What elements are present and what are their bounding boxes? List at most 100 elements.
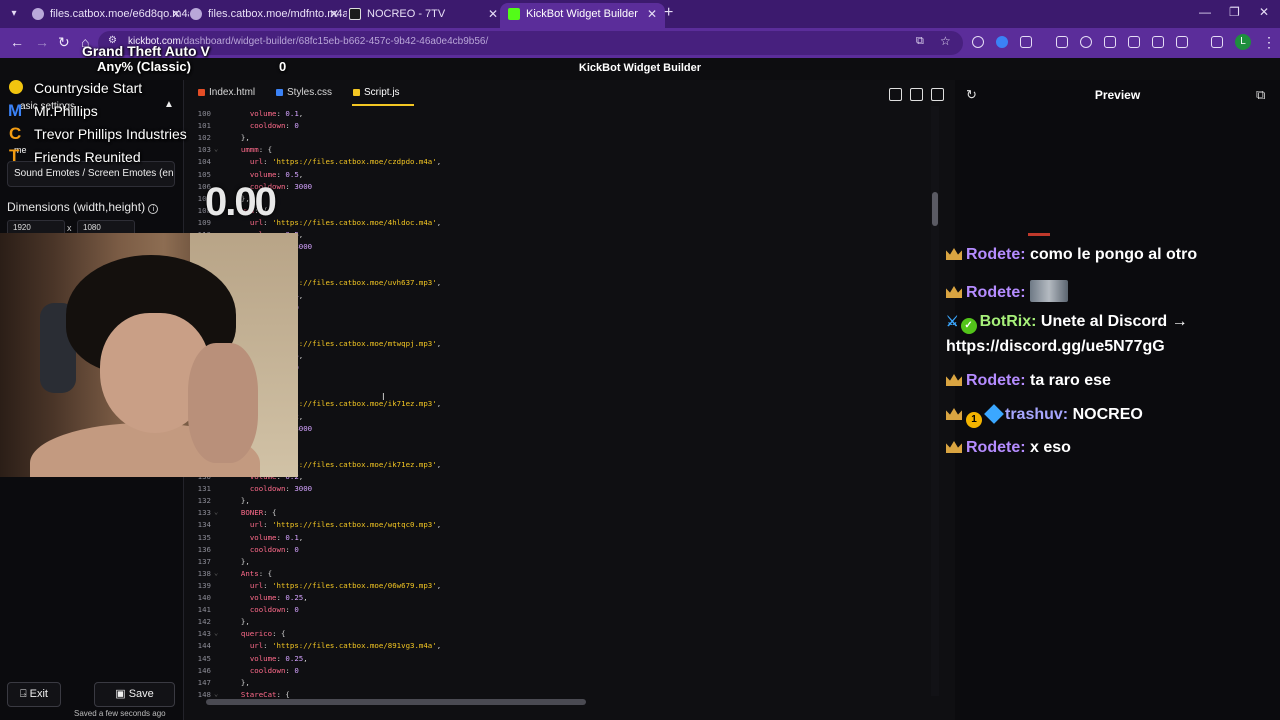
code-line[interactable]: querico: { bbox=[232, 629, 286, 638]
chat-username: Rodete: bbox=[966, 372, 1030, 389]
single-pane-icon[interactable] bbox=[889, 88, 902, 101]
code-line[interactable]: cooldown: 0 bbox=[232, 605, 299, 614]
line-number: 148 bbox=[197, 689, 211, 699]
save-button[interactable]: ▣ Save bbox=[94, 682, 175, 707]
vertical-scrollbar[interactable] bbox=[931, 106, 939, 696]
tab-styles-css[interactable]: Styles.css bbox=[276, 87, 332, 98]
scroll-thumb[interactable] bbox=[932, 192, 938, 226]
fold-chevron-icon[interactable]: ⌄ bbox=[214, 569, 218, 577]
horizontal-scrollbar[interactable] bbox=[206, 699, 586, 705]
code-line[interactable]: volume: 0.25, bbox=[232, 593, 308, 602]
tab-search-icon[interactable]: ▾ bbox=[6, 6, 22, 22]
browser-tab-3[interactable]: NOCREO - 7TV ✕ bbox=[341, 3, 506, 28]
browser-menu-icon[interactable]: ⋮ bbox=[1262, 34, 1276, 51]
history-icon[interactable] bbox=[1080, 36, 1092, 48]
kickbot-icon bbox=[508, 8, 520, 20]
back-icon[interactable]: ← bbox=[10, 34, 24, 50]
info-icon[interactable]: i bbox=[148, 204, 159, 214]
editor-tabs: Index.html Styles.css Script.js bbox=[184, 80, 956, 106]
extension-icon[interactable] bbox=[972, 36, 984, 48]
line-number: 140 bbox=[197, 593, 211, 602]
chat-message: Rodete: como le pongo al otro bbox=[946, 246, 1197, 264]
webcam-hand bbox=[188, 343, 258, 463]
reading-list-icon[interactable] bbox=[1211, 36, 1223, 48]
collapse-caret-icon[interactable]: ▲ bbox=[164, 99, 174, 110]
preview-title: Preview bbox=[1094, 88, 1141, 102]
code-line[interactable]: }, bbox=[232, 496, 250, 505]
code-line[interactable]: }, bbox=[232, 133, 250, 142]
extension-icon[interactable] bbox=[1128, 36, 1140, 48]
line-number: 144 bbox=[197, 641, 211, 651]
code-line[interactable]: cooldown: 3000 bbox=[232, 484, 312, 493]
extension-icon[interactable] bbox=[1176, 36, 1188, 48]
close-tab-icon[interactable]: ✕ bbox=[329, 3, 339, 25]
code-line[interactable]: url: 'https://files.catbox.moe/wqtqc0.mp… bbox=[232, 520, 441, 529]
code-line[interactable]: }, bbox=[232, 557, 250, 566]
profile-avatar[interactable]: L bbox=[1235, 34, 1251, 50]
crown-badge-icon bbox=[946, 248, 962, 260]
extension-icon[interactable] bbox=[1020, 36, 1032, 48]
minimize-icon[interactable]: — bbox=[1199, 5, 1211, 19]
code-line[interactable]: url: 'https://files.catbox.moe/czdpdo.m4… bbox=[232, 157, 441, 166]
code-line[interactable]: cooldown: 0 bbox=[232, 545, 299, 554]
chat-username: BotRix: bbox=[979, 313, 1041, 330]
code-line[interactable]: }, bbox=[232, 617, 250, 626]
tab-index-html[interactable]: Index.html bbox=[198, 87, 255, 98]
code-line[interactable]: Ants: { bbox=[232, 569, 272, 578]
close-tab-icon[interactable]: ✕ bbox=[647, 3, 657, 25]
code-line[interactable]: StareCat: { bbox=[232, 690, 290, 699]
dimensions-label: Dimensions (width,height) i bbox=[7, 200, 159, 214]
text-cursor-icon: I bbox=[382, 392, 385, 403]
attempt-count: 0 bbox=[279, 59, 287, 74]
code-line[interactable]: url: 'https://files.catbox.moe/891vg3.m4… bbox=[232, 641, 441, 650]
code-line[interactable]: ummm: { bbox=[232, 145, 272, 154]
restore-icon[interactable]: ❐ bbox=[1229, 5, 1240, 19]
chat-text: Unete al Discord → bbox=[1040, 313, 1188, 330]
download-icon[interactable] bbox=[1152, 36, 1164, 48]
code-line[interactable]: cooldown: 0 bbox=[232, 666, 299, 675]
browser-tab-4[interactable]: KickBot Widget Builder ✕ bbox=[500, 3, 665, 28]
split-2-name: Mr.Phillips bbox=[34, 103, 98, 119]
close-tab-icon[interactable]: ✕ bbox=[171, 3, 181, 25]
address-bar[interactable]: ⚙ kickbot.com/dashboard/widget-builder/6… bbox=[98, 31, 963, 55]
code-line[interactable]: cooldown: 0 bbox=[232, 121, 299, 130]
preview-marker bbox=[1028, 233, 1050, 236]
code-editor: Index.html Styles.css Script.js 100 volu… bbox=[183, 80, 955, 720]
reload-icon[interactable]: ↻ bbox=[58, 34, 70, 51]
cube-badge-icon bbox=[984, 404, 1004, 424]
code-line[interactable]: }, bbox=[232, 678, 250, 687]
forward-icon[interactable]: → bbox=[35, 34, 49, 50]
line-number: 135 bbox=[197, 532, 211, 542]
split-3-icon: C bbox=[9, 124, 22, 143]
extension-icon[interactable] bbox=[1104, 36, 1116, 48]
split-vertical-icon[interactable] bbox=[910, 88, 923, 101]
code-line[interactable]: url: 'https://files.catbox.moe/06w679.mp… bbox=[232, 581, 441, 590]
code-line[interactable]: volume: 0.1, bbox=[232, 109, 303, 118]
translate-icon[interactable]: ⧉ bbox=[916, 35, 924, 48]
save-icon: ▣ bbox=[115, 688, 126, 700]
open-external-icon[interactable]: ⧉ bbox=[1256, 87, 1265, 103]
code-line[interactable]: volume: 0.5, bbox=[232, 170, 303, 179]
fold-chevron-icon[interactable]: ⌄ bbox=[214, 690, 218, 698]
chat-message: https://discord.gg/ue5N77gG bbox=[946, 338, 1165, 356]
fold-chevron-icon[interactable]: ⌄ bbox=[214, 508, 218, 516]
fold-chevron-icon[interactable]: ⌄ bbox=[214, 629, 218, 637]
code-line[interactable]: volume: 0.1, bbox=[232, 533, 303, 542]
fold-chevron-icon[interactable]: ⌄ bbox=[214, 145, 218, 153]
bookmark-star-icon[interactable]: ☆ bbox=[940, 34, 951, 48]
line-number: 134 bbox=[197, 520, 211, 530]
extension-icon[interactable] bbox=[1056, 36, 1068, 48]
code-line[interactable]: BONER: { bbox=[232, 508, 277, 517]
close-tab-icon[interactable]: ✕ bbox=[488, 3, 498, 25]
page-title: KickBot Widget Builder bbox=[578, 62, 702, 74]
code-line[interactable]: volume: 0.25, bbox=[232, 654, 308, 663]
split-horizontal-icon[interactable] bbox=[931, 88, 944, 101]
extension-icon[interactable] bbox=[996, 36, 1008, 48]
browser-tab-2[interactable]: files.catbox.moe/mdfnto.m4a ✕ bbox=[182, 3, 347, 28]
new-tab-icon[interactable]: + bbox=[664, 4, 673, 22]
tab-script-js[interactable]: Script.js bbox=[353, 87, 400, 98]
browser-tab-1[interactable]: files.catbox.moe/e6d8qo.m4a ✕ bbox=[24, 3, 189, 28]
line-number: 101 bbox=[197, 121, 211, 131]
close-window-icon[interactable]: ✕ bbox=[1259, 5, 1269, 19]
exit-button[interactable]: ⍈ Exit bbox=[7, 682, 61, 707]
